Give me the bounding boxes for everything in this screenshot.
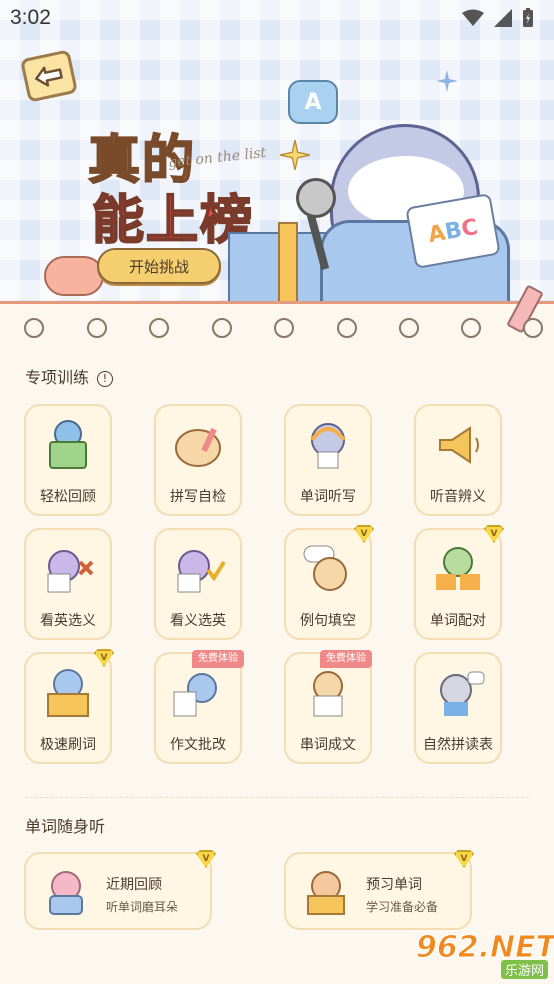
site-watermark: 962.NET 乐游网 — [415, 930, 554, 980]
hamster-phonics-icon — [440, 671, 485, 716]
training-card-label: 单词听写 — [300, 489, 356, 505]
hamster-check-icon — [177, 550, 226, 593]
training-card-label: 听音辨义 — [430, 489, 486, 505]
hamster-speech-icon — [303, 545, 347, 591]
cloud-decoration — [44, 256, 104, 296]
section-title-listen: 单词随身听 — [25, 817, 106, 836]
card-letter-c: C — [459, 214, 480, 242]
listen-card-title: 预习单词 — [366, 877, 422, 893]
listen-card-preview-words[interactable]: 预习单词 学习准备必备 — [284, 852, 472, 930]
listen-card-recent-review[interactable]: 近期回顾 听单词磨耳朵 — [24, 852, 212, 930]
free-trial-badge: 免费体验 — [192, 650, 244, 668]
hamster-choice-icon — [47, 550, 94, 593]
training-card-english-to-meaning[interactable]: 看英选义 — [24, 528, 112, 640]
wifi-icon — [462, 9, 484, 26]
ring-hole — [212, 318, 232, 338]
ring-hole — [399, 318, 419, 338]
training-card-label: 看义选英 — [170, 613, 226, 629]
hamster-writing-icon — [175, 427, 221, 467]
training-card-label: 拼写自检 — [170, 489, 226, 505]
battery-icon — [523, 8, 533, 27]
signal-icon — [494, 9, 512, 27]
listen-card-subtitle: 听单词磨耳朵 — [106, 900, 179, 914]
training-card-easy-review[interactable]: 轻松回顾 — [24, 404, 112, 516]
back-button[interactable] — [19, 49, 79, 103]
section-title-training: 专项训练! — [25, 364, 114, 388]
training-card-label: 极速刷词 — [40, 737, 96, 753]
status-time: 3:02 — [10, 6, 51, 29]
status-icons — [462, 8, 534, 28]
ring-hole — [24, 318, 44, 338]
ring-hole — [523, 318, 543, 338]
star-icon — [280, 140, 310, 170]
training-card-label: 例句填空 — [300, 613, 356, 629]
ring-hole — [149, 318, 169, 338]
notebook-ring-holes — [0, 316, 554, 340]
training-card-dictation[interactable]: 单词听写 — [284, 404, 372, 516]
training-title-text: 专项训练 — [25, 368, 90, 387]
training-card-speed-drill[interactable]: 极速刷词 — [24, 652, 112, 764]
listen-card-subtitle: 学习准备必备 — [366, 900, 439, 914]
watermark-sub-text: 乐游网 — [500, 960, 548, 979]
letter-bubble: A — [288, 80, 338, 124]
training-card-essay-correction[interactable]: 作文批改 — [154, 652, 242, 764]
training-card-label: 单词配对 — [430, 613, 486, 629]
ring-hole — [461, 318, 481, 338]
hamster-study-icon — [307, 871, 345, 915]
status-bar: 3:02 — [0, 0, 554, 38]
training-card-label: 自然拼读表 — [423, 737, 493, 753]
info-icon[interactable]: ! — [97, 371, 114, 387]
section-divider — [25, 797, 529, 798]
training-card-listen-meaning[interactable]: 听音辨义 — [414, 404, 502, 516]
hamster-match-icon — [436, 547, 480, 590]
back-arrow-icon — [35, 66, 63, 87]
sparkle-icon — [436, 70, 458, 92]
hamster-headphone-icon — [49, 871, 83, 915]
hamster-essay-icon — [173, 673, 217, 717]
hamster-headphones-icon — [310, 423, 346, 469]
listen-card-title: 近期回顾 — [106, 877, 162, 893]
hamster-reading-icon — [49, 420, 87, 469]
ring-hole — [274, 318, 294, 338]
free-trial-badge: 免费体验 — [320, 650, 372, 668]
training-card-sentence-fill[interactable]: 例句填空 — [284, 528, 372, 640]
training-card-word-match[interactable]: 单词配对 — [414, 528, 502, 640]
microphone-icon — [296, 178, 336, 218]
training-card-label: 看英选义 — [40, 613, 96, 629]
training-card-label: 串词成文 — [300, 737, 356, 753]
training-card-word-chain[interactable]: 串词成文 — [284, 652, 372, 764]
ring-hole — [87, 318, 107, 338]
training-card-meaning-to-english[interactable]: 看义选英 — [154, 528, 242, 640]
start-challenge-button[interactable]: 开始挑战 — [97, 248, 221, 284]
horn-icon — [439, 426, 479, 464]
ring-hole — [337, 318, 357, 338]
hero-banner: 3:02 A 真的 get on the list 能上榜 开始挑战 A B C — [0, 0, 554, 304]
gift-ribbon — [278, 222, 298, 304]
training-card-phonics-chart[interactable]: 自然拼读表 — [414, 652, 502, 764]
training-card-label: 轻松回顾 — [40, 489, 96, 505]
training-card-spelling-check[interactable]: 拼写自检 — [154, 404, 242, 516]
hamster-compose-icon — [313, 671, 343, 717]
hamster-book-icon — [47, 669, 89, 717]
training-card-label: 作文批改 — [170, 737, 226, 753]
